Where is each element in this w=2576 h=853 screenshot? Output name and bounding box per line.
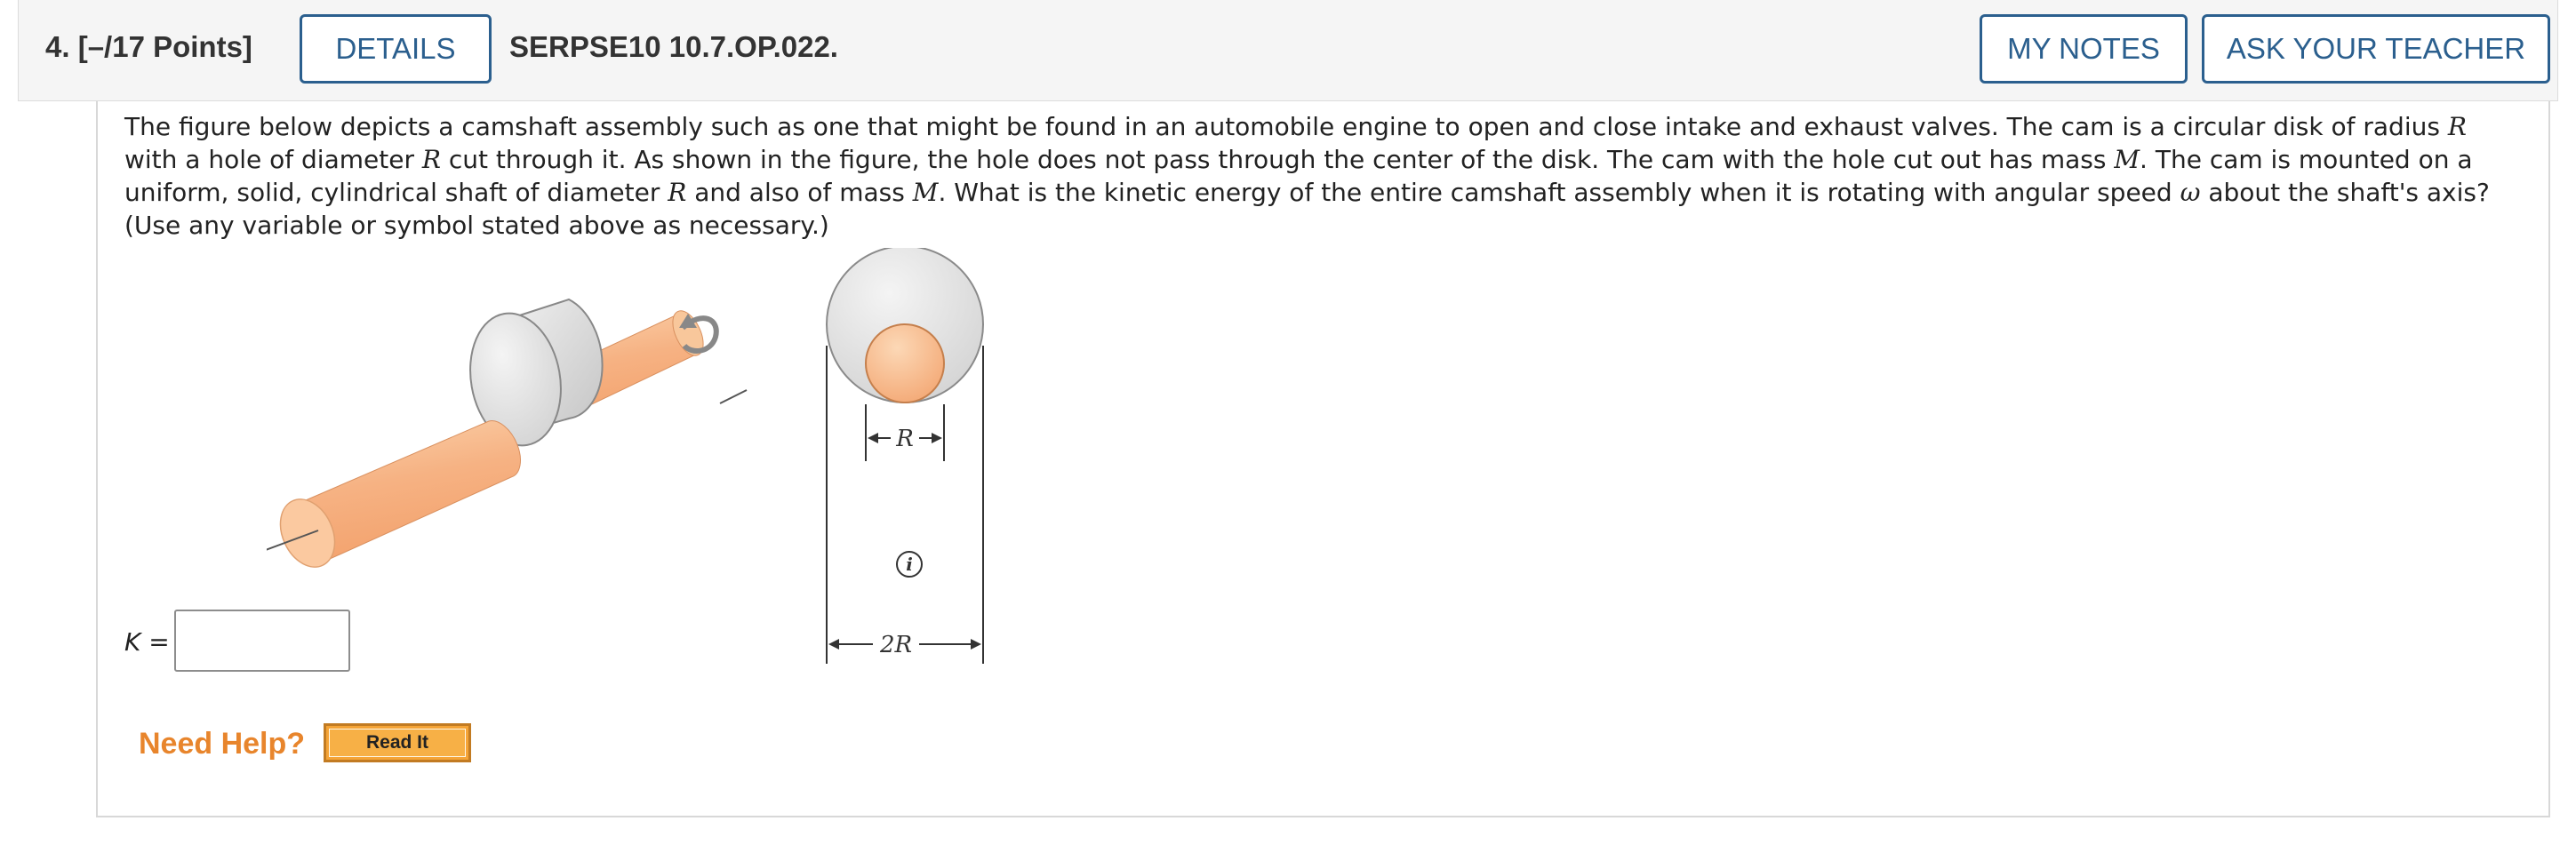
info-icon[interactable]: i: [896, 551, 923, 578]
read-it-button[interactable]: Read It: [324, 723, 471, 762]
camshaft-figure: R 2R: [267, 248, 984, 664]
dimension-2r-label: 2R: [879, 632, 912, 658]
answer-label: K =: [124, 627, 170, 657]
cam-front-view: R 2R: [826, 248, 984, 664]
question-panel: The figure below depicts a camshaft asse…: [96, 101, 2550, 817]
need-help-label: Need Help?: [139, 727, 306, 761]
ask-teacher-button[interactable]: ASK YOUR TEACHER: [2202, 14, 2550, 84]
read-it-label: Read It: [329, 729, 466, 757]
dimension-r-label: R: [895, 426, 914, 452]
points-label: [–/17 Points]: [77, 30, 252, 63]
problem-code: SERPSE10 10.7.OP.022.: [509, 30, 838, 63]
camshaft-assembly-drawing: [267, 298, 748, 568]
details-button[interactable]: DETAILS: [300, 14, 492, 84]
question-text: The figure below depicts a camshaft asse…: [124, 112, 2498, 240]
my-notes-button[interactable]: MY NOTES: [1980, 14, 2188, 84]
answer-input[interactable]: [174, 610, 350, 672]
question-number: 4.: [45, 30, 70, 63]
question-header: 4. [–/17 Points] DETAILS SERPSE10 10.7.O…: [18, 0, 2558, 101]
question-number-points: 4. [–/17 Points]: [45, 30, 252, 64]
